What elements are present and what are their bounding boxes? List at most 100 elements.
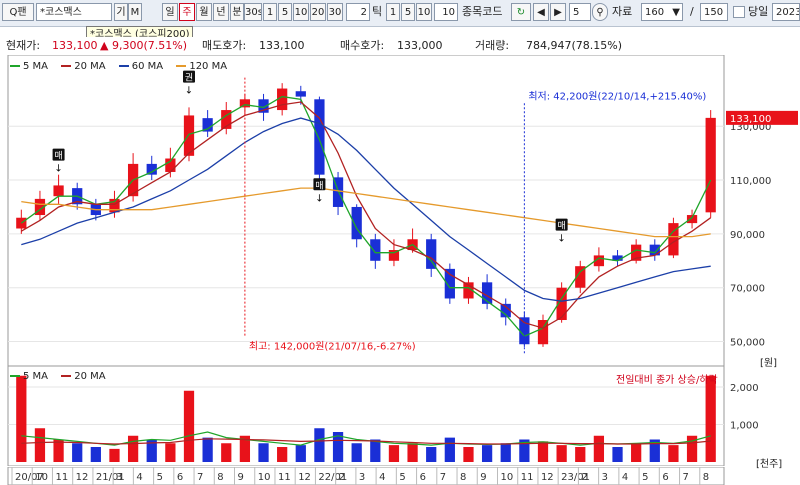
tick-input[interactable]: 2 (346, 3, 370, 21)
toolbar: Q팬 *코스맥스 기 M 일 주 월 년 분 30s 1 5 10 20 30 … (0, 0, 800, 27)
ma120-legend-label: 120 MA (189, 61, 228, 72)
tab-year[interactable]: 년 (213, 3, 229, 21)
volume-value: 784,947(78.15%) (526, 39, 623, 52)
x-tick-label: 5 (399, 472, 405, 483)
signal-marker-label: 권 (185, 72, 193, 84)
price-legend: 5 MA 20 MA 60 MA 120 MA (10, 61, 237, 72)
volume-bar (127, 435, 139, 462)
prev-icon[interactable]: ◀ (533, 3, 549, 21)
volume-bar (277, 447, 288, 462)
x-tick-label: 5 (642, 472, 648, 483)
volume-bar (221, 443, 232, 462)
data-count-value: 160 (645, 7, 665, 18)
data-count-select[interactable]: 160 ▼ (641, 3, 683, 21)
x-tick-label: 6 (662, 472, 668, 483)
price-label: 현재가: (6, 39, 41, 52)
x-tick-label: 7 (440, 472, 446, 483)
price-chart[interactable]: 최저: 42,200원(22/10/14,+215.40%) 최고: 142,00… (0, 55, 800, 366)
volume-bar (53, 439, 64, 462)
volume-bar (426, 447, 437, 462)
x-tick-label: 12 (298, 472, 311, 483)
volume-bar (183, 390, 195, 462)
x-tick-label: 2 (581, 472, 587, 483)
min-option-30s[interactable]: 30s (244, 3, 262, 21)
down-arrow-icon: ↓ (557, 234, 565, 245)
price-y-tick-label: 110,000 (730, 176, 771, 187)
price-info-bar: 현재가: 133,100 ▲ 9,300(7.51%) 매도호가: 133,10… (0, 37, 800, 55)
volume-bar (481, 445, 493, 462)
slash-label: / (690, 5, 694, 18)
stock-name-input[interactable]: *코스맥스 (36, 3, 112, 21)
candle-body (537, 320, 549, 345)
volume-y-tick-label: 2,000 (730, 383, 759, 394)
x-tick-label: 8 (460, 472, 466, 483)
volume-bar (575, 447, 586, 462)
tick-option-1[interactable]: 1 (386, 3, 400, 21)
x-tick-label: 9 (238, 472, 244, 483)
count-input[interactable]: 10 (434, 3, 458, 21)
step-input[interactable]: 5 (569, 3, 591, 21)
min-option-10[interactable]: 10 (293, 3, 309, 21)
refresh-icon[interactable]: ↻ (511, 3, 531, 21)
today-label: 당일 (748, 5, 769, 18)
tab-day[interactable]: 일 (162, 3, 178, 21)
tab-week[interactable]: 주 (179, 3, 195, 21)
low-price-annotation: 최저: 42,200원(22/10/14,+215.40%) (528, 90, 706, 102)
bid-price: 133,000 (397, 39, 443, 52)
volume-bar (351, 443, 362, 462)
vol-ma5-legend-label: 5 MA (23, 371, 49, 382)
date-input[interactable]: 2023 (772, 3, 800, 21)
min-option-30[interactable]: 30 (327, 3, 343, 21)
x-tick-label: 12 (541, 472, 554, 483)
volume-bar (705, 375, 716, 462)
chevron-down-icon: ▼ (672, 7, 680, 18)
down-arrow-icon: ↓ (54, 164, 62, 175)
x-tick-label: 10 (500, 472, 513, 483)
volume-bar (34, 428, 46, 462)
tab-month[interactable]: 월 (196, 3, 212, 21)
stock-select-button[interactable]: 기 (114, 3, 128, 21)
tick-option-10[interactable]: 10 (416, 3, 432, 21)
x-tick-label: 6 (420, 472, 426, 483)
current-price: 133,100 (52, 39, 98, 52)
volume-bar (258, 443, 269, 462)
search-icon[interactable]: ⚲ (592, 3, 608, 21)
next-icon[interactable]: ▶ (550, 3, 566, 21)
tab-minute[interactable]: 분 (230, 3, 244, 21)
ma5-legend-swatch (10, 65, 20, 67)
volume-bar (668, 445, 679, 462)
today-checkbox[interactable] (733, 6, 745, 18)
x-tick-label: 10 (35, 472, 48, 483)
volume-bar (314, 428, 325, 462)
candle-body (649, 244, 660, 256)
candle-body (351, 206, 362, 240)
volume-bar (109, 448, 120, 462)
tick-label: 틱 (372, 5, 383, 18)
x-tick-label: 11 (521, 472, 534, 483)
volume-bar (90, 447, 101, 462)
x-tick-label: 5 (157, 472, 163, 483)
min-option-20[interactable]: 20 (310, 3, 326, 21)
m-button[interactable]: M (128, 3, 142, 21)
candle-body (314, 99, 325, 175)
x-tick-label: 4 (622, 472, 628, 483)
candle-body (53, 185, 64, 197)
volume-bar (388, 445, 400, 462)
ask-price: 133,100 (259, 39, 305, 52)
x-tick-label: 9 (480, 472, 486, 483)
min-option-5[interactable]: 5 (278, 3, 292, 21)
search-button[interactable]: Q팬 (2, 3, 34, 21)
volume-bar (202, 437, 213, 462)
volume-bar (444, 437, 455, 462)
candle-body (705, 117, 716, 213)
min-option-1[interactable]: 1 (263, 3, 277, 21)
x-tick-label: 11 (278, 472, 291, 483)
total-count-input[interactable]: 150 (700, 3, 728, 21)
x-tick-label: 8 (703, 472, 709, 483)
candle-body (426, 239, 437, 269)
x-tick-label: 4 (379, 472, 385, 483)
signal-marker-label: 매 (315, 180, 323, 191)
ma20-legend-swatch (61, 65, 72, 67)
tick-option-5[interactable]: 5 (401, 3, 415, 21)
ask-label: 매도호가: (202, 39, 247, 52)
